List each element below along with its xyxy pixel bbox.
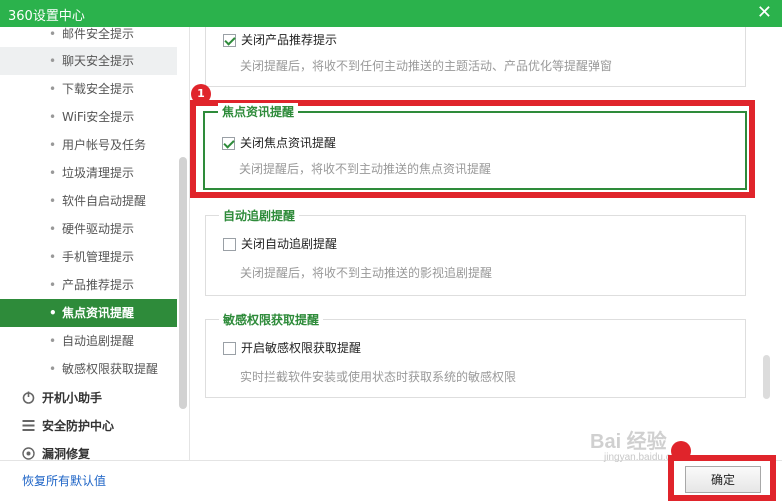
sidebar-item-software-autostart[interactable]: • 软件自启动提醒 (0, 187, 177, 215)
bullet-icon: • (49, 306, 57, 320)
sidebar-group-label: 漏洞修复 (42, 447, 91, 460)
sidebar-item-hardware-driver[interactable]: • 硬件驱动提示 (0, 215, 177, 243)
bullet-icon: • (49, 110, 57, 124)
annotation-badge: 1 (191, 84, 211, 104)
settings-content: 关闭产品推荐提示 关闭提醒后，将收不到任何主动推送的主题活动、产品优化等提醒弹窗… (190, 27, 782, 460)
bullet-icon: • (49, 54, 57, 68)
sidebar-item-label: 用户帐号及任务 (62, 138, 147, 152)
section-auto-drama: 自动追剧提醒 关闭自动追剧提醒 关闭提醒后，将收不到主动推送的影视追剧提醒 (205, 207, 746, 296)
section-sensitive-permission: 敏感权限获取提醒 开启敏感权限获取提醒 实时拦截软件安装或使用状态时获取系统的敏… (205, 311, 746, 398)
bullet-icon: • (49, 82, 57, 96)
sidebar-scrollbar[interactable] (179, 33, 187, 453)
product-recommend-option[interactable]: 关闭产品推荐提示 (223, 32, 337, 48)
sidebar-item-label: 手机管理提示 (62, 250, 135, 264)
section-product-recommend: 关闭产品推荐提示 关闭提醒后，将收不到任何主动推送的主题活动、产品优化等提醒弹窗 (205, 27, 746, 87)
sidebar-item-label: 垃圾清理提示 (62, 166, 135, 180)
sidebar-group-label: 开机小助手 (42, 391, 103, 405)
content-scroll-thumb[interactable] (763, 355, 770, 399)
sidebar-item-label: 硬件驱动提示 (62, 222, 135, 236)
bullet-icon: • (49, 334, 57, 348)
focus-news-desc: 关闭提醒后，将收不到主动推送的焦点资讯提醒 (239, 162, 492, 176)
sidebar-item-label: 软件自启动提醒 (62, 194, 147, 208)
checkbox-label: 关闭焦点资讯提醒 (240, 136, 337, 150)
sidebar-item-chat-security[interactable]: • 聊天安全提示 (0, 47, 177, 75)
sidebar-scroll-thumb[interactable] (179, 157, 187, 409)
auto-drama-checkbox[interactable] (223, 238, 236, 251)
sidebar-group-patch-repair[interactable]: 漏洞修复 (0, 440, 177, 460)
sidebar-item-label: 邮件安全提示 (62, 27, 135, 41)
checkbox-label: 关闭产品推荐提示 (241, 33, 338, 47)
bullet-icon: • (49, 166, 57, 180)
sidebar-item-label: 敏感权限获取提醒 (62, 362, 159, 376)
shield-list-icon (22, 420, 35, 431)
checkbox-label: 开启敏感权限获取提醒 (241, 341, 362, 355)
title-bar: 360设置中心 ✕ (0, 0, 782, 27)
checkbox-label: 关闭自动追剧提醒 (241, 237, 338, 251)
sensitive-permission-checkbox[interactable] (223, 342, 236, 355)
patch-icon (22, 447, 35, 460)
section-focus-news: 焦点资讯提醒 关闭焦点资讯提醒 关闭提醒后，将收不到主动推送的焦点资讯提醒 (203, 103, 747, 190)
sidebar-item-label: 焦点资讯提醒 (62, 306, 135, 320)
sidebar-group-label: 安全防护中心 (42, 419, 115, 433)
sensitive-permission-desc: 实时拦截软件安装或使用状态时获取系统的敏感权限 (240, 370, 517, 384)
sidebar-item-product-recommend[interactable]: • 产品推荐提示 (0, 271, 177, 299)
sidebar-group-security-center[interactable]: 安全防护中心 (0, 412, 177, 440)
sidebar-item-focus-news[interactable]: • 焦点资讯提醒 (0, 299, 177, 327)
section-legend: 自动追剧提醒 (219, 207, 300, 224)
sidebar-item-junk-cleanup[interactable]: • 垃圾清理提示 (0, 159, 177, 187)
bullet-icon: • (49, 138, 57, 152)
sidebar-item-label: 自动追剧提醒 (62, 334, 135, 348)
window-title: 360设置中心 (8, 9, 85, 24)
product-recommend-checkbox[interactable] (223, 34, 236, 47)
sidebar-item-download-security[interactable]: • 下载安全提示 (0, 75, 177, 103)
bullet-icon: • (49, 362, 57, 376)
sidebar-item-auto-drama[interactable]: • 自动追剧提醒 (0, 327, 177, 355)
sidebar-item-sensitive-permission[interactable]: • 敏感权限获取提醒 (0, 355, 177, 383)
sidebar-item-wifi-security[interactable]: • WiFi安全提示 (0, 103, 177, 131)
restore-defaults-link[interactable]: 恢复所有默认值 (22, 472, 106, 489)
sidebar-group-boot-assistant[interactable]: 开机小助手 (0, 384, 177, 412)
section-legend: 敏感权限获取提醒 (219, 311, 324, 328)
sidebar-item-account-tasks[interactable]: • 用户帐号及任务 (0, 131, 177, 159)
bullet-icon: • (49, 250, 57, 264)
power-icon (22, 391, 35, 404)
ok-button[interactable]: 确定 (685, 466, 761, 493)
sidebar-item-mail-security[interactable]: • 邮件安全提示 (0, 27, 177, 48)
watermark-logo: Bai 经验 (590, 431, 667, 453)
close-icon[interactable]: ✕ (757, 2, 772, 23)
bullet-icon: • (49, 194, 57, 208)
sensitive-permission-option[interactable]: 开启敏感权限获取提醒 (223, 340, 361, 356)
bullet-icon: • (49, 278, 57, 292)
bullet-icon: • (49, 27, 57, 41)
product-recommend-desc: 关闭提醒后，将收不到任何主动推送的主题活动、产品优化等提醒弹窗 (240, 59, 613, 73)
sidebar-item-label: WiFi安全提示 (62, 110, 135, 124)
focus-news-option[interactable]: 关闭焦点资讯提醒 (222, 135, 336, 151)
focus-news-checkbox[interactable] (222, 137, 235, 150)
auto-drama-desc: 关闭提醒后，将收不到主动推送的影视追剧提醒 (240, 266, 493, 280)
sidebar: • 邮件安全提示 • 聊天安全提示 • 下载安全提示 • WiFi安全提示 • 用户帐号及… (0, 27, 190, 460)
section-legend: 焦点资讯提醒 (218, 103, 299, 120)
sidebar-item-label: 下载安全提示 (62, 82, 135, 96)
sidebar-item-label: 聊天安全提示 (62, 54, 135, 68)
footer-left: 恢复所有默认值 (0, 460, 190, 503)
bullet-icon: • (49, 222, 57, 236)
auto-drama-option[interactable]: 关闭自动追剧提醒 (223, 236, 337, 252)
sidebar-item-phone-manager[interactable]: • 手机管理提示 (0, 243, 177, 271)
sidebar-item-label: 产品推荐提示 (62, 278, 135, 292)
